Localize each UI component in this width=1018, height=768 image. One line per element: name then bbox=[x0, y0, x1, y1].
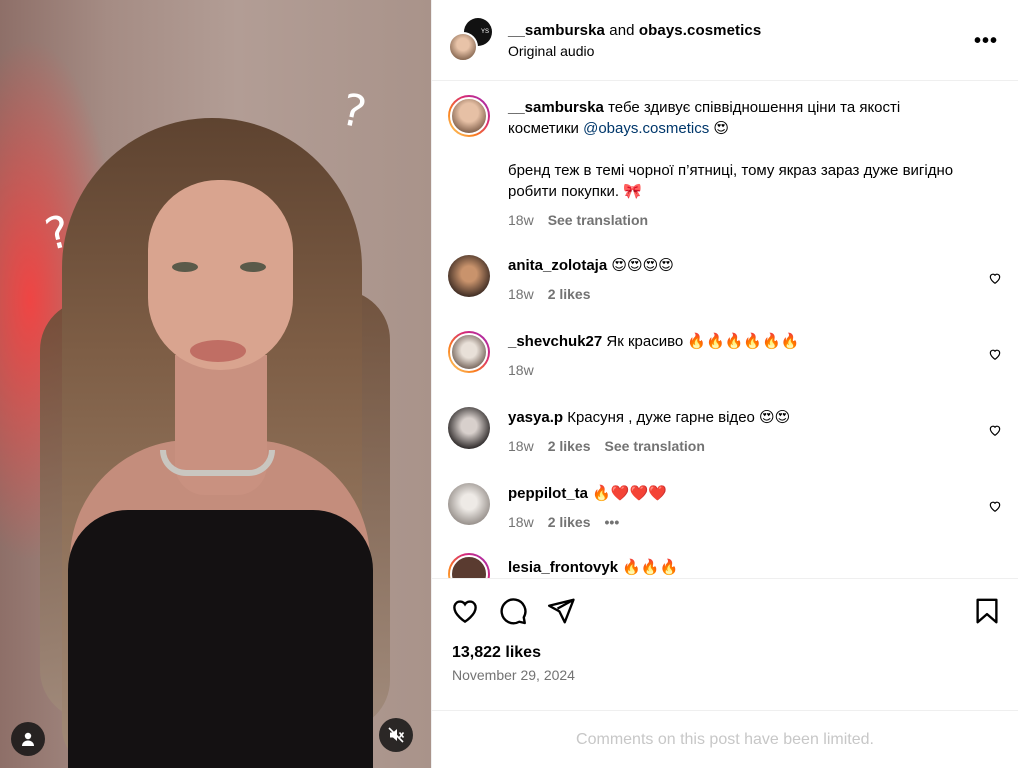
caption: __samburska тебе здивує співвідношення ц… bbox=[448, 95, 1002, 231]
avatar[interactable] bbox=[448, 255, 490, 297]
question-mark: ? bbox=[40, 205, 76, 262]
comment-meta: 18w 2 likes See translation bbox=[508, 436, 972, 457]
authors-conjunction: and bbox=[609, 21, 635, 39]
heart-small-icon[interactable] bbox=[988, 347, 1002, 361]
comment-options-icon[interactable]: ••• bbox=[605, 512, 620, 533]
post-authors: __samburska and obays.cosmetics bbox=[508, 22, 761, 39]
user-tag-icon bbox=[22, 732, 34, 746]
comment-row: yasya.p Красуня , дуже гарне відео 😍😍 18… bbox=[448, 407, 1002, 457]
timestamp[interactable]: 18w bbox=[508, 284, 534, 305]
header-text: __samburska and obays.cosmetics Original… bbox=[508, 22, 761, 59]
media-eye bbox=[240, 262, 266, 272]
comment-row: lesia_frontovyk 🔥🔥🔥 bbox=[448, 553, 1002, 578]
avatar[interactable] bbox=[448, 407, 490, 449]
author-link[interactable]: __samburska bbox=[508, 22, 605, 39]
comment-text: Як красиво 🔥🔥🔥🔥🔥🔥 bbox=[606, 333, 800, 350]
caption-line-1: __samburska тебе здивує співвідношення ц… bbox=[508, 97, 972, 139]
comment-row: _shevchuk27 Як красиво 🔥🔥🔥🔥🔥🔥 18w bbox=[448, 331, 1002, 381]
comment-text: 🔥🔥🔥 bbox=[622, 559, 679, 576]
heart-small-icon[interactable] bbox=[988, 499, 1002, 513]
post-header: YS __samburska and obays.cosmetics Origi… bbox=[432, 0, 1018, 81]
avatar[interactable] bbox=[448, 331, 490, 373]
timestamp[interactable]: 18w bbox=[508, 360, 534, 381]
media-top bbox=[68, 510, 373, 768]
comment-body: anita_zolotaja 😍😍😍😍 18w 2 likes bbox=[508, 255, 1002, 305]
caption-line-2: бренд теж в темі чорної п’ятниці, тому я… bbox=[508, 160, 972, 202]
comment-text: Красуня , дуже гарне відео 😍😍 bbox=[567, 409, 791, 426]
media-eye bbox=[172, 262, 198, 272]
likes-count[interactable]: 2 likes bbox=[548, 512, 591, 533]
caption-meta: 18w See translation bbox=[508, 210, 972, 231]
avatar[interactable] bbox=[448, 553, 490, 578]
post-details-panel: YS __samburska and obays.cosmetics Origi… bbox=[431, 0, 1018, 768]
like-icon[interactable] bbox=[450, 596, 480, 626]
media-necklace bbox=[160, 450, 275, 476]
mute-button[interactable] bbox=[379, 718, 413, 752]
timestamp[interactable]: 18w bbox=[508, 436, 534, 457]
caption-emoji: 😍 bbox=[713, 120, 730, 137]
comments-limited-notice: Comments on this post have been limited. bbox=[432, 710, 1018, 768]
coauthor-link[interactable]: obays.cosmetics bbox=[639, 22, 761, 39]
see-translation-link[interactable]: See translation bbox=[548, 210, 648, 231]
comment-icon[interactable] bbox=[498, 596, 528, 626]
more-options-icon[interactable]: ••• bbox=[974, 30, 998, 53]
save-icon[interactable] bbox=[972, 596, 1002, 626]
question-mark: ? bbox=[336, 84, 371, 139]
likes-count[interactable]: 13,822 likes bbox=[452, 644, 541, 662]
avatar[interactable] bbox=[448, 483, 490, 525]
comment-username[interactable]: _shevchuk27 bbox=[508, 333, 602, 350]
media-lips bbox=[190, 340, 246, 362]
comment-meta: 18w 2 likes ••• bbox=[508, 512, 972, 533]
caption-body: __samburska тебе здивує співвідношення ц… bbox=[508, 95, 1002, 231]
comment-text: 🔥❤️❤️❤️ bbox=[592, 485, 667, 502]
likes-count[interactable]: 2 likes bbox=[548, 284, 591, 305]
likes-count[interactable]: 2 likes bbox=[548, 436, 591, 457]
comment-username[interactable]: peppilot_ta bbox=[508, 485, 588, 502]
comment-body: peppilot_ta 🔥❤️❤️❤️ 18w 2 likes ••• bbox=[508, 483, 1002, 533]
caption-emoji: 🎀 bbox=[623, 183, 642, 200]
mention-link[interactable]: @obays.cosmetics bbox=[583, 120, 709, 137]
comment-username[interactable]: yasya.p bbox=[508, 409, 563, 426]
comment-username[interactable]: anita_zolotaja bbox=[508, 257, 607, 274]
see-translation-link[interactable]: See translation bbox=[605, 436, 705, 457]
collab-avatars[interactable]: YS bbox=[448, 18, 492, 62]
avatar[interactable] bbox=[448, 95, 490, 137]
mute-icon bbox=[388, 727, 405, 743]
action-bar bbox=[432, 578, 1018, 642]
post-video[interactable]: ? ? bbox=[0, 0, 431, 768]
timestamp[interactable]: 18w bbox=[508, 512, 534, 533]
comment-body: yasya.p Красуня , дуже гарне відео 😍😍 18… bbox=[508, 407, 1002, 457]
comments-list[interactable]: __samburska тебе здивує співвідношення ц… bbox=[432, 81, 1018, 578]
share-icon[interactable] bbox=[546, 596, 576, 626]
comment-row: peppilot_ta 🔥❤️❤️❤️ 18w 2 likes ••• bbox=[448, 483, 1002, 533]
caption-text: бренд теж в темі чорної п’ятниці, тому я… bbox=[508, 162, 954, 200]
timestamp[interactable]: 18w bbox=[508, 210, 534, 231]
comment-username[interactable]: lesia_frontovyk bbox=[508, 559, 618, 576]
user-tag-button[interactable] bbox=[11, 722, 45, 756]
audio-link[interactable]: Original audio bbox=[508, 43, 761, 59]
comment-meta: 18w bbox=[508, 360, 972, 381]
post-date[interactable]: November 29, 2024 bbox=[452, 667, 575, 683]
caption-username[interactable]: __samburska bbox=[508, 99, 604, 116]
comment-body: _shevchuk27 Як красиво 🔥🔥🔥🔥🔥🔥 18w bbox=[508, 331, 1002, 381]
comment-body: lesia_frontovyk 🔥🔥🔥 bbox=[508, 553, 1002, 578]
heart-small-icon[interactable] bbox=[988, 423, 1002, 437]
comment-text: 😍😍😍😍 bbox=[611, 257, 674, 274]
heart-small-icon[interactable] bbox=[988, 271, 1002, 285]
author-avatar bbox=[448, 32, 478, 62]
comment-meta: 18w 2 likes bbox=[508, 284, 972, 305]
post-viewer: ? ? YS __samburska and obays.cosmetics O… bbox=[0, 0, 1018, 768]
comment-row: anita_zolotaja 😍😍😍😍 18w 2 likes bbox=[448, 255, 1002, 305]
